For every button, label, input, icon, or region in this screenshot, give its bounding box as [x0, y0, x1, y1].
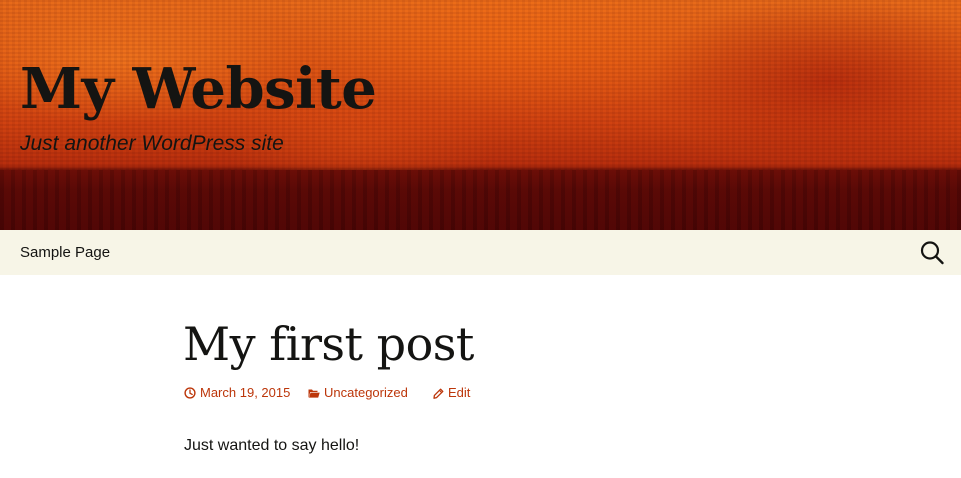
main-navigation: Sample Page	[0, 230, 961, 275]
post-category: Uncategorized	[324, 385, 408, 400]
header-band	[0, 170, 961, 230]
search-icon	[920, 241, 944, 265]
page: My Website Just another WordPress site S…	[0, 0, 961, 478]
site-header: My Website Just another WordPress site	[0, 0, 961, 230]
pencil-icon	[433, 388, 444, 399]
post-category-link[interactable]: Uncategorized	[308, 383, 408, 403]
clock-icon	[184, 387, 196, 399]
post-edit: Edit	[448, 385, 471, 400]
post-title[interactable]: My first post	[183, 314, 474, 374]
nav-item-sample-page[interactable]: Sample Page	[20, 243, 110, 263]
search-button[interactable]	[918, 238, 948, 268]
site-description: Just another WordPress site	[20, 132, 284, 155]
post-content: Just wanted to say hello!	[184, 437, 360, 454]
post-date-link[interactable]: March 19, 2015	[184, 383, 290, 403]
post-date: March 19, 2015	[200, 385, 291, 400]
folder-icon	[308, 389, 320, 398]
post-edit-link[interactable]: Edit	[433, 383, 470, 403]
site-title[interactable]: My Website	[20, 54, 377, 124]
